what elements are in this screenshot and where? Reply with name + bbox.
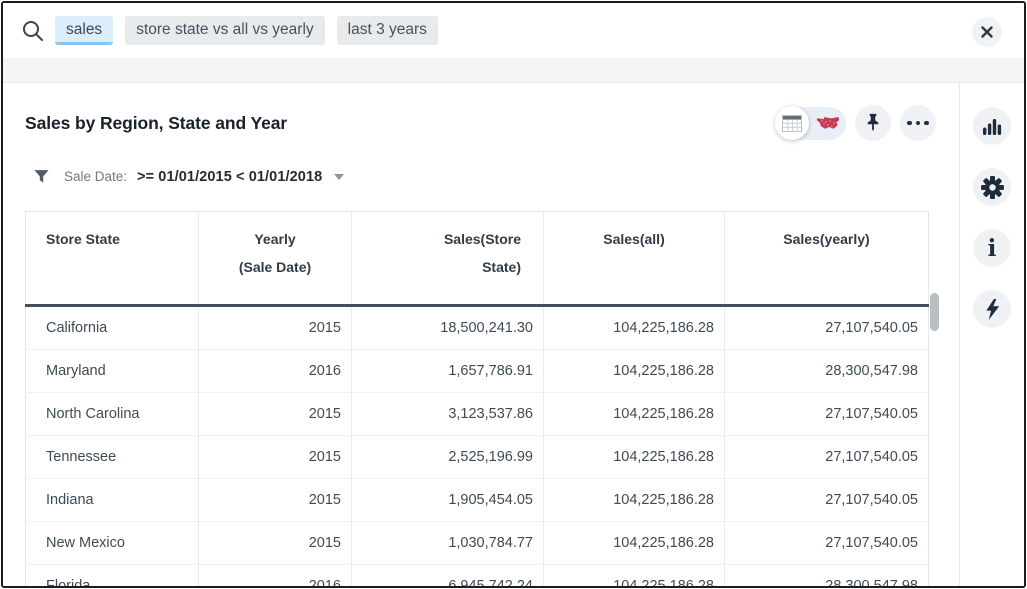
table-icon [782,115,802,132]
column-header-sales-all[interactable]: Sales(all) [544,212,725,306]
cell-store-state[interactable]: New Mexico [26,522,199,565]
answer-toolbar [776,105,936,141]
header-line: Sales(Store [353,225,521,253]
cell-sales-yearly[interactable]: 27,107,540.05 [725,522,929,565]
table-view-button[interactable] [775,106,809,140]
gear-icon [980,175,1005,200]
cell-store-state[interactable]: Florida [26,565,199,589]
cell-sales-yearly[interactable]: 28,300,547.98 [725,350,929,393]
header-line: (Sale Date) [200,253,350,281]
cell-store-state[interactable]: California [26,306,199,350]
cell-sales-store-state[interactable]: 2,525,196.99 [352,436,544,479]
lightning-bolt-icon [983,298,1002,321]
table-row[interactable]: Tennessee 2015 2,525,196.99 104,225,186.… [26,436,929,479]
column-header-yearly[interactable]: Yearly (Sale Date) [199,212,352,306]
cell-sales-store-state[interactable]: 18,500,241.30 [352,306,544,350]
cell-sales-all[interactable]: 104,225,186.28 [544,479,725,522]
clear-search-button[interactable] [972,17,1002,47]
cell-store-state[interactable]: Maryland [26,350,199,393]
cell-yearly[interactable]: 2016 [199,350,352,393]
filter-value[interactable]: >= 01/01/2015 < 01/01/2018 [137,169,322,185]
ellipsis-icon [907,121,929,126]
search-token-store-state-vs-all-vs-yearly[interactable]: store state vs all vs yearly [125,16,324,46]
table-row[interactable]: Florida 2016 6,945,742.24 104,225,186.28… [26,565,929,589]
configure-button[interactable] [973,168,1011,206]
cell-yearly[interactable]: 2015 [199,306,352,350]
cell-sales-yearly[interactable]: 27,107,540.05 [725,479,929,522]
cell-sales-store-state[interactable]: 6,945,742.24 [352,565,544,589]
more-actions-button[interactable] [900,105,936,141]
cell-store-state[interactable]: North Carolina [26,393,199,436]
table-row[interactable]: Maryland 2016 1,657,786.91 104,225,186.2… [26,350,929,393]
cell-sales-store-state[interactable]: 1,030,784.77 [352,522,544,565]
cell-sales-all[interactable]: 104,225,186.28 [544,393,725,436]
cell-yearly[interactable]: 2015 [199,393,352,436]
map-view-button[interactable] [809,116,846,131]
view-toggle[interactable] [776,107,846,140]
column-header-store-state[interactable]: Store State [26,212,199,306]
cell-yearly[interactable]: 2015 [199,436,352,479]
header-line: Store State [46,225,197,253]
table-container: Store State Yearly (Sale Date) Sales(Sto… [25,211,941,588]
table-scrollbar-thumb[interactable] [930,293,939,331]
header-line: Sales(all) [545,225,723,253]
header-line: Sales(yearly) [726,225,927,253]
search-icon [21,19,45,43]
cell-yearly[interactable]: 2016 [199,565,352,589]
results-table: Store State Yearly (Sale Date) Sales(Sto… [25,211,929,588]
cell-sales-store-state[interactable]: 3,123,537.86 [352,393,544,436]
content-area: Sales by Region, State and Year Sale Dat… [3,83,1024,588]
cell-sales-all[interactable]: 104,225,186.28 [544,522,725,565]
cell-sales-yearly[interactable]: 27,107,540.05 [725,306,929,350]
us-map-icon [816,116,840,131]
filter-label: Sale Date: [64,169,127,184]
cell-store-state[interactable]: Indiana [26,479,199,522]
visualization-button[interactable] [973,107,1011,145]
cell-sales-yearly[interactable]: 27,107,540.05 [725,436,929,479]
cell-yearly[interactable]: 2015 [199,522,352,565]
cell-sales-yearly[interactable]: 27,107,540.05 [725,393,929,436]
chevron-down-icon[interactable] [334,174,344,180]
header-line: State) [353,253,521,281]
pin-button[interactable] [855,105,891,141]
cell-sales-all[interactable]: 104,225,186.28 [544,350,725,393]
search-token-sales[interactable]: sales [55,16,113,46]
cell-sales-all[interactable]: 104,225,186.28 [544,565,725,589]
cell-yearly[interactable]: 2015 [199,479,352,522]
info-icon: i [988,237,997,260]
close-icon [981,26,993,38]
table-row[interactable]: California 2015 18,500,241.30 104,225,18… [26,306,929,350]
table-header-row: Store State Yearly (Sale Date) Sales(Sto… [26,212,929,306]
table-row[interactable]: New Mexico 2015 1,030,784.77 104,225,186… [26,522,929,565]
cell-sales-all[interactable]: 104,225,186.28 [544,306,725,350]
pushpin-icon [862,112,884,134]
subheader-strip [3,58,1024,83]
cell-sales-yearly[interactable]: 28,300,547.98 [725,565,929,589]
cell-sales-all[interactable]: 104,225,186.28 [544,436,725,479]
answer-panel: Sales by Region, State and Year Sale Dat… [3,83,959,588]
right-sidebar: i [959,83,1024,588]
filter-icon [33,168,50,185]
insights-button[interactable] [973,290,1011,328]
info-button[interactable]: i [973,229,1011,267]
table-row[interactable]: Indiana 2015 1,905,454.05 104,225,186.28… [26,479,929,522]
bar-chart-icon [981,115,1003,137]
filter-bar[interactable]: Sale Date: >= 01/01/2015 < 01/01/2018 [33,168,959,185]
app-window: sales store state vs all vs yearly last … [1,1,1026,588]
cell-store-state[interactable]: Tennessee [26,436,199,479]
column-header-sales-store-state[interactable]: Sales(Store State) [352,212,544,306]
cell-sales-store-state[interactable]: 1,905,454.05 [352,479,544,522]
cell-sales-store-state[interactable]: 1,657,786.91 [352,350,544,393]
table-row[interactable]: North Carolina 2015 3,123,537.86 104,225… [26,393,929,436]
header-line: Yearly [200,225,350,253]
search-token-last-3-years[interactable]: last 3 years [337,16,438,46]
column-header-sales-yearly[interactable]: Sales(yearly) [725,212,929,306]
search-bar[interactable]: sales store state vs all vs yearly last … [3,3,1024,58]
